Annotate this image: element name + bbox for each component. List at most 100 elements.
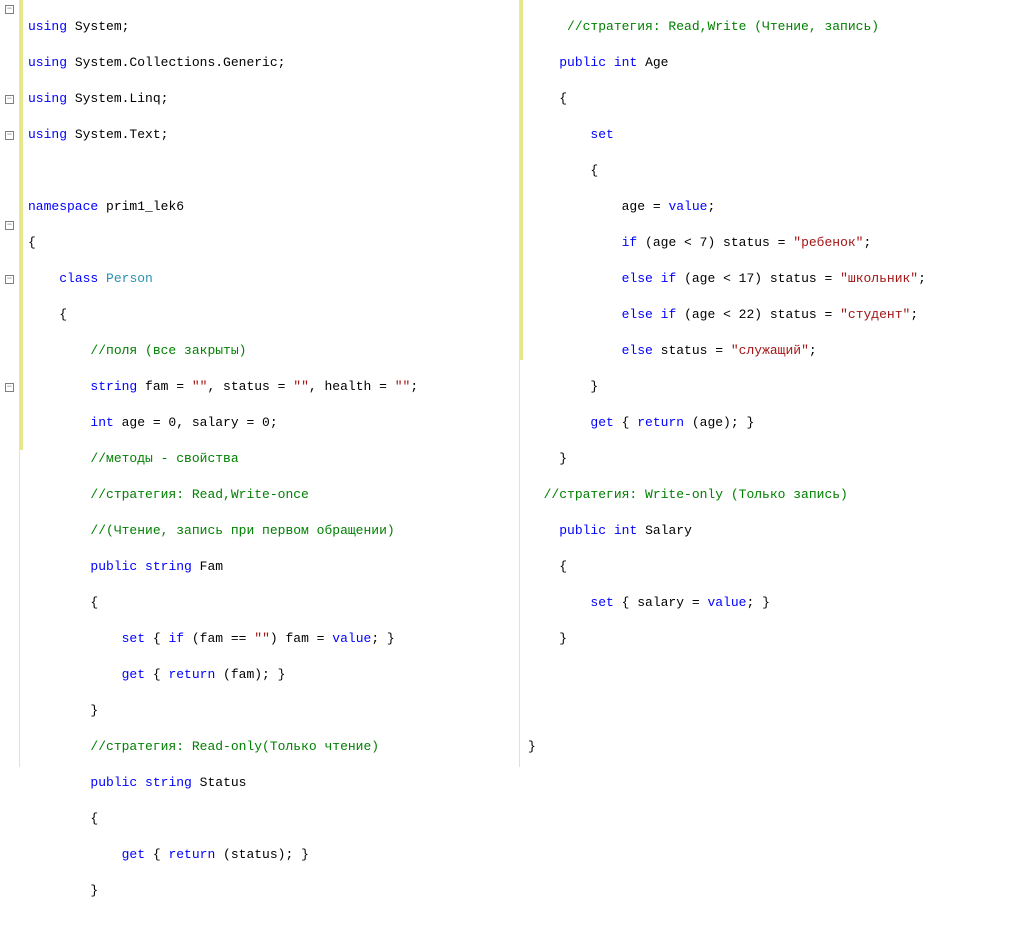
code-text: (fam); } bbox=[215, 667, 285, 682]
comment: //стратегия: Write-only (Только запись) bbox=[544, 487, 848, 502]
brace: } bbox=[559, 631, 567, 646]
keyword: if bbox=[661, 271, 677, 286]
code-text: (status); } bbox=[215, 847, 309, 862]
keyword: int bbox=[90, 415, 113, 430]
string-literal: "служащий" bbox=[731, 343, 809, 358]
keyword: return bbox=[168, 847, 215, 862]
code-text: (age < 7) status = bbox=[637, 235, 793, 250]
brace: { bbox=[90, 595, 98, 610]
right-gutter bbox=[512, 0, 520, 767]
property-name: Age bbox=[645, 55, 668, 70]
fold-icon[interactable]: − bbox=[0, 270, 19, 288]
brace: } bbox=[590, 379, 598, 394]
keyword: using bbox=[28, 127, 67, 142]
comment: //методы - свойства bbox=[90, 451, 238, 466]
code-text: status = bbox=[653, 343, 731, 358]
keyword: using bbox=[28, 55, 67, 70]
keyword: string bbox=[145, 559, 192, 574]
keyword: int bbox=[614, 55, 637, 70]
code-text: , status = bbox=[207, 379, 293, 394]
brace: { bbox=[559, 559, 567, 574]
keyword: return bbox=[168, 667, 215, 682]
code-text: (age); } bbox=[684, 415, 754, 430]
brace: } bbox=[559, 451, 567, 466]
comment: //стратегия: Read-only(Только чтение) bbox=[90, 739, 379, 754]
code-text: ) fam = bbox=[270, 631, 332, 646]
comment: //стратегия: Read,Write-once bbox=[90, 487, 308, 502]
namespace-ref: System.Linq bbox=[75, 91, 161, 106]
property-name: Salary bbox=[645, 523, 692, 538]
comment: //стратегия: Read,Write (Чтение, запись) bbox=[567, 19, 879, 34]
keyword: namespace bbox=[28, 199, 98, 214]
keyword: if bbox=[622, 235, 638, 250]
code-text: , health = bbox=[309, 379, 395, 394]
property-name: Status bbox=[200, 775, 247, 790]
left-gutter: − − − − − − bbox=[0, 0, 20, 767]
keyword: return bbox=[637, 415, 684, 430]
keyword: int bbox=[614, 523, 637, 538]
brace: { bbox=[28, 235, 36, 250]
code-text: ; bbox=[707, 199, 715, 214]
keyword: using bbox=[28, 19, 67, 34]
namespace-name: prim1_lek6 bbox=[106, 199, 184, 214]
string-literal: "" bbox=[395, 379, 411, 394]
fold-icon[interactable]: − bbox=[0, 126, 19, 144]
code-text: age = bbox=[622, 199, 669, 214]
keyword: get bbox=[590, 415, 613, 430]
brace: } bbox=[90, 703, 98, 718]
code-text: ; bbox=[410, 379, 418, 394]
brace: { bbox=[59, 307, 67, 322]
keyword: if bbox=[661, 307, 677, 322]
keyword: if bbox=[168, 631, 184, 646]
keyword: string bbox=[90, 379, 137, 394]
string-literal: "ребенок" bbox=[793, 235, 863, 250]
keyword: public bbox=[559, 523, 606, 538]
keyword: class bbox=[59, 271, 98, 286]
keyword: public bbox=[559, 55, 606, 70]
left-code-pane: − − − − − − using System; using System.C… bbox=[0, 0, 512, 767]
code-text: ; bbox=[809, 343, 817, 358]
keyword: public bbox=[90, 775, 137, 790]
comment: //поля (все закрыты) bbox=[90, 343, 246, 358]
brace: } bbox=[528, 739, 536, 754]
code-text: (age < 17) status = bbox=[676, 271, 840, 286]
keyword: else bbox=[622, 271, 653, 286]
brace: { bbox=[559, 91, 567, 106]
namespace-ref: System bbox=[75, 19, 122, 34]
change-indicator bbox=[520, 0, 523, 360]
namespace-ref: System.Collections.Generic bbox=[75, 55, 278, 70]
comment: //(Чтение, запись при первом обращении) bbox=[90, 523, 394, 538]
fold-icon[interactable]: − bbox=[0, 0, 19, 18]
string-literal: "студент" bbox=[840, 307, 910, 322]
code-text: ; bbox=[910, 307, 918, 322]
right-code-area[interactable]: //стратегия: Read,Write (Чтение, запись)… bbox=[520, 0, 1024, 767]
class-name: Person bbox=[106, 271, 153, 286]
code-text: fam = bbox=[137, 379, 192, 394]
fold-icon[interactable]: − bbox=[0, 90, 19, 108]
brace: { bbox=[90, 811, 98, 826]
fold-icon[interactable]: − bbox=[0, 216, 19, 234]
string-literal: "" bbox=[254, 631, 270, 646]
keyword: set bbox=[122, 631, 145, 646]
property-name: Fam bbox=[200, 559, 223, 574]
code-text bbox=[67, 19, 75, 34]
keyword: using bbox=[28, 91, 67, 106]
keyword: value bbox=[668, 199, 707, 214]
code-text: ; bbox=[918, 271, 926, 286]
string-literal: "школьник" bbox=[840, 271, 918, 286]
code-text: { salary = bbox=[614, 595, 708, 610]
right-code-pane: //стратегия: Read,Write (Чтение, запись)… bbox=[512, 0, 1024, 767]
code-text: (age < 22) status = bbox=[676, 307, 840, 322]
code-text: age = 0, salary = 0; bbox=[114, 415, 278, 430]
left-code-area[interactable]: using System; using System.Collections.G… bbox=[20, 0, 512, 767]
keyword: value bbox=[332, 631, 371, 646]
code-text: ; bbox=[863, 235, 871, 250]
fold-icon[interactable]: − bbox=[0, 378, 19, 396]
namespace-ref: System.Text bbox=[75, 127, 161, 142]
brace: { bbox=[590, 163, 598, 178]
keyword: else bbox=[622, 307, 653, 322]
keyword: else bbox=[622, 343, 653, 358]
keyword: string bbox=[145, 775, 192, 790]
keyword: get bbox=[122, 667, 145, 682]
keyword: get bbox=[122, 847, 145, 862]
